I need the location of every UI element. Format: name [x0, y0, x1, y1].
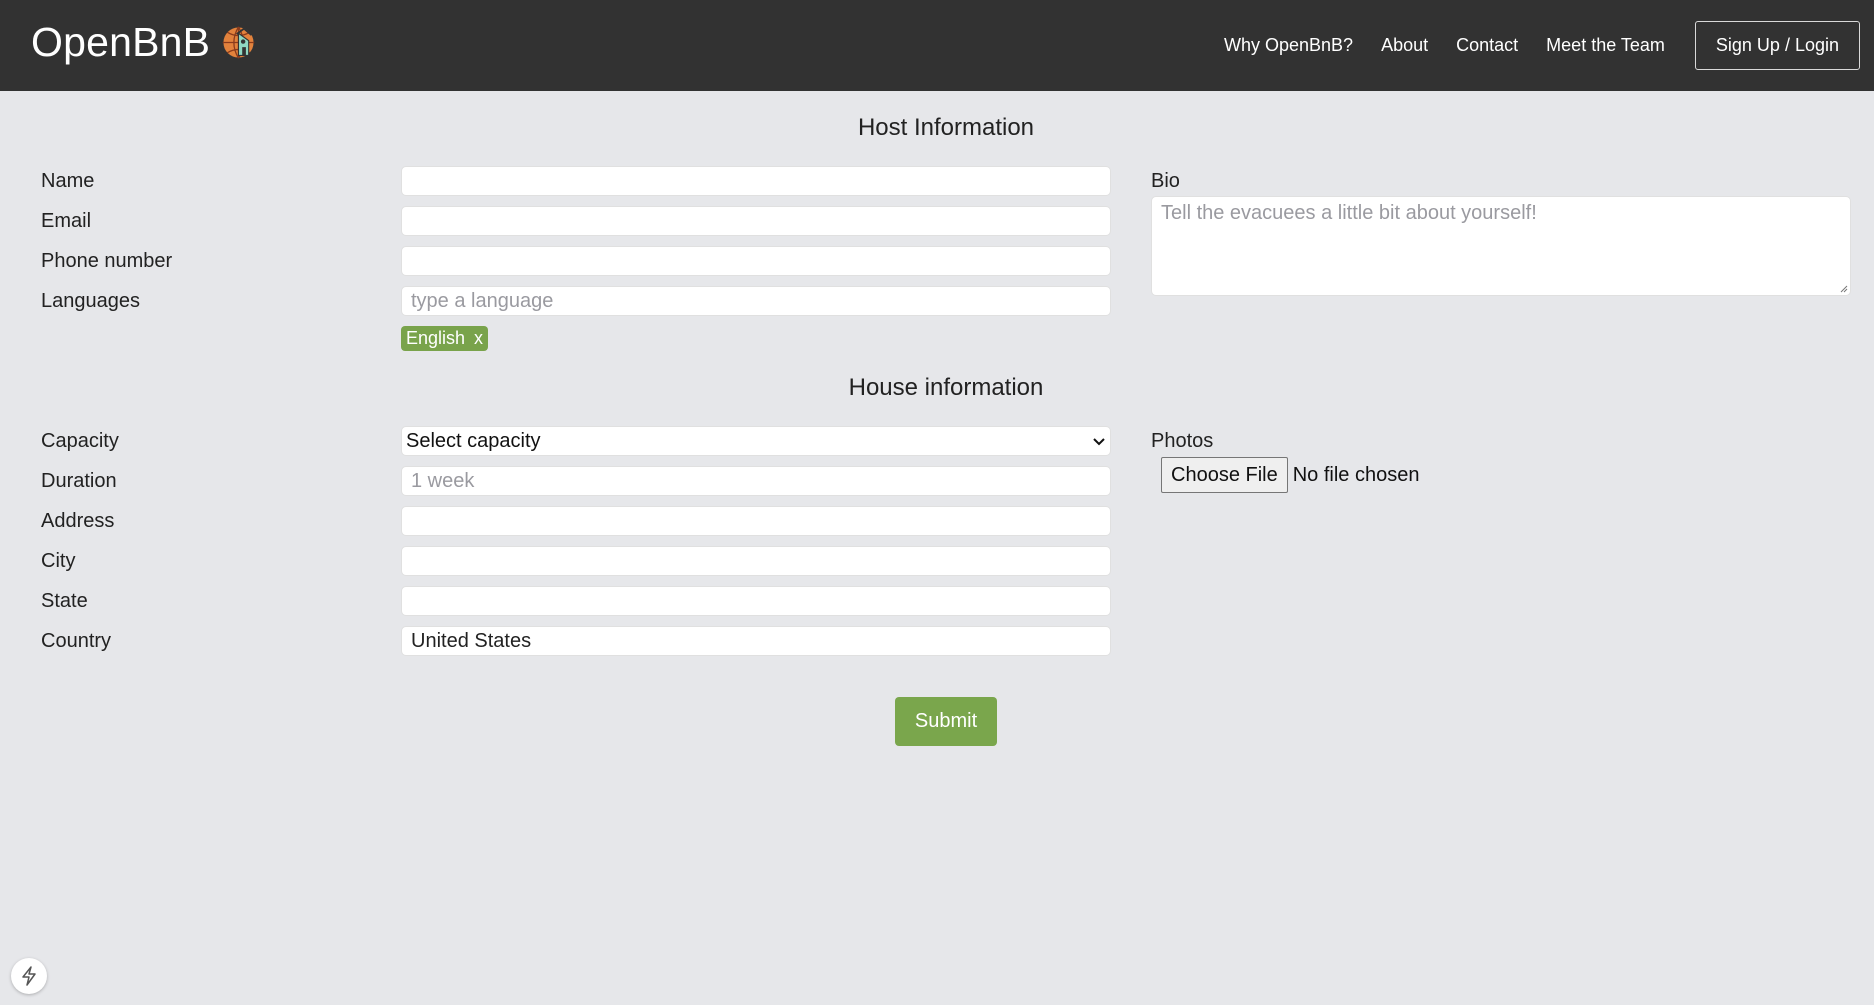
duration-input[interactable]: 1 week — [401, 466, 1111, 496]
bio-textarea[interactable]: Tell the evacuees a little bit about you… — [1151, 196, 1851, 296]
address-input[interactable] — [401, 506, 1111, 536]
name-label: Name — [41, 170, 95, 192]
photos-file-input: Choose File No file chosen — [1161, 457, 1419, 493]
file-status: No file chosen — [1292, 463, 1420, 486]
remove-tag-button[interactable]: x — [474, 328, 483, 348]
name-input[interactable] — [401, 166, 1111, 196]
country-input[interactable]: United States — [401, 626, 1111, 656]
nav-link-about[interactable]: About — [1381, 35, 1428, 56]
phone-label: Phone number — [41, 250, 173, 272]
signup-login-button[interactable]: Sign Up / Login — [1694, 21, 1860, 70]
phone-input[interactable] — [401, 246, 1111, 276]
bio-placeholder: Tell the evacuees a little bit about you… — [1161, 202, 1537, 224]
nav-links: Why OpenBnB? About Contact Meet the Team… — [1224, 0, 1874, 91]
language-input[interactable]: type a language — [401, 286, 1111, 316]
nav-link-contact[interactable]: Contact — [1456, 35, 1518, 56]
lightning-bolt-icon — [22, 966, 36, 986]
host-section-title: Host Information — [857, 114, 1035, 141]
language-tag-label: English — [406, 328, 466, 348]
capacity-label: Capacity — [41, 430, 119, 452]
corner-action-button[interactable] — [11, 958, 47, 994]
photos-label: Photos — [1151, 430, 1214, 452]
duration-label: Duration — [41, 470, 117, 492]
city-label: City — [41, 550, 76, 572]
capacity-select[interactable]: Select capacity — [401, 426, 1111, 456]
submit-button[interactable]: Submit — [895, 697, 997, 746]
capacity-selected: Select capacity — [406, 430, 541, 452]
brand[interactable]: OpenBnB — [31, 19, 257, 65]
email-label: Email — [41, 210, 92, 232]
email-input[interactable] — [401, 206, 1111, 236]
globe-house-icon — [222, 25, 256, 59]
nav-link-why[interactable]: Why OpenBnB? — [1224, 35, 1353, 56]
brand-name: OpenBnB — [31, 19, 211, 65]
country-label: Country — [41, 630, 112, 652]
chevron-down-icon — [1093, 438, 1105, 446]
address-label: Address — [41, 510, 115, 532]
navbar: OpenBnB Why OpenBnB? About Contact Meet … — [0, 0, 1874, 91]
nav-link-team[interactable]: Meet the Team — [1546, 35, 1665, 56]
bio-label: Bio — [1151, 170, 1180, 192]
languages-label: Languages — [41, 290, 140, 312]
resize-grip-icon[interactable] — [1840, 285, 1848, 293]
state-label: State — [41, 590, 88, 612]
state-input[interactable] — [401, 586, 1111, 616]
language-tag: English x — [401, 326, 489, 351]
house-section-title: House information — [848, 374, 1044, 401]
city-input[interactable] — [401, 546, 1111, 576]
choose-file-button[interactable]: Choose File — [1161, 457, 1288, 493]
